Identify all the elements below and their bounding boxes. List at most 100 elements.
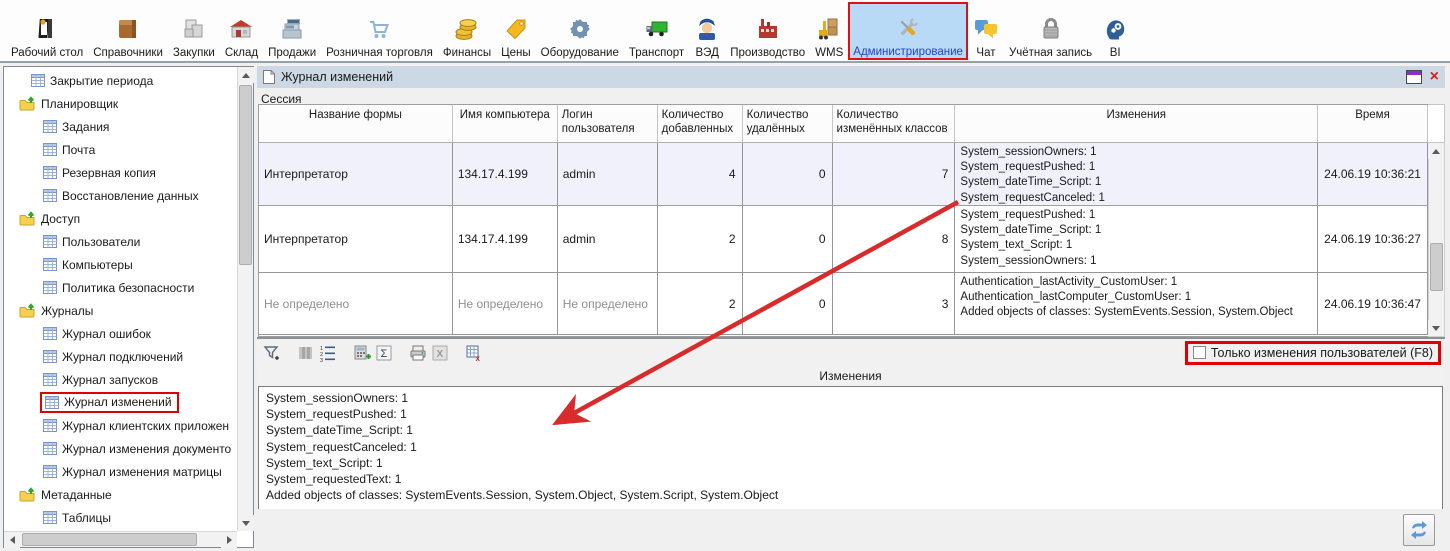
user-changes-only-checkbox[interactable]	[1193, 346, 1206, 359]
table-row[interactable]: Не определено Не определено Не определен…	[259, 273, 1428, 335]
filter-plus-icon[interactable]	[261, 343, 283, 363]
sidebar-item-data-restore[interactable]: Восстановление данных	[5, 184, 236, 207]
numbered-list-icon[interactable]: 123	[317, 343, 339, 363]
refresh-button[interactable]	[1403, 514, 1435, 546]
sidebar-item-metadata[interactable]: Метаданные	[5, 483, 236, 506]
scroll-right-button[interactable]	[221, 532, 237, 548]
tab-retail[interactable]: Розничная торговля	[321, 2, 438, 60]
table-vertical-scrollbar[interactable]	[1428, 104, 1445, 337]
tab-sales[interactable]: Продажи	[263, 2, 321, 60]
column-header[interactable]: Количество изменённых классов	[833, 105, 956, 142]
sidebar-item-computers[interactable]: Компьютеры	[5, 253, 236, 276]
tab-customs[interactable]: ВЭД	[689, 2, 725, 60]
tab-label: Склад	[225, 47, 258, 59]
calculator-add-icon[interactable]	[351, 343, 373, 363]
table-icon	[43, 281, 57, 294]
tab-bi[interactable]: BI	[1097, 2, 1133, 60]
details-text[interactable]: System_sessionOwners: 1 System_requestPu…	[258, 386, 1443, 510]
chat-icon	[973, 12, 999, 46]
tab-label: Розничная торговля	[326, 47, 433, 59]
cash-register-icon	[279, 12, 305, 46]
changes-details-panel: Изменения System_sessionOwners: 1 System…	[258, 366, 1443, 510]
tab-equipment[interactable]: Оборудование	[536, 2, 624, 60]
printer-icon[interactable]	[407, 343, 429, 363]
column-header[interactable]: Время	[1318, 105, 1428, 142]
tab-wms[interactable]: WMS	[810, 2, 848, 60]
excel-export-icon[interactable]: X	[429, 343, 451, 363]
tab-finance[interactable]: Финансы	[438, 2, 496, 60]
table-row[interactable]: Интерпретатор 134.17.4.199 admin 4 0 7 S…	[259, 143, 1428, 206]
tab-transport[interactable]: Транспорт	[624, 2, 689, 60]
scroll-down-button[interactable]	[1428, 320, 1444, 336]
column-header[interactable]: Количество добавленных	[658, 105, 743, 142]
tab-warehouse[interactable]: Склад	[220, 2, 263, 60]
sidebar-item-tables[interactable]: Таблицы	[5, 506, 236, 529]
sidebar-item-access[interactable]: Доступ	[5, 207, 236, 230]
sidebar-item-security-policy[interactable]: Политика безопасности	[5, 276, 236, 299]
sidebar-horizontal-scrollbar[interactable]	[4, 531, 237, 547]
tab-label: Администрирование	[853, 46, 963, 58]
panel-title: Журнал изменений	[281, 70, 393, 84]
column-header[interactable]: Имя компьютера	[453, 105, 558, 142]
tab-prices[interactable]: Цены	[496, 2, 536, 60]
warehouse-icon	[228, 12, 254, 46]
table-icon	[43, 465, 57, 478]
scrollbar-thumb[interactable]	[22, 533, 197, 546]
sidebar-item-closing-period[interactable]: Закрытие периода	[5, 69, 236, 92]
tab-references[interactable]: Справочники	[88, 2, 168, 60]
folder-icon	[19, 211, 36, 226]
gear-icon	[567, 12, 593, 46]
column-header[interactable]: Изменения	[955, 105, 1318, 142]
column-header[interactable]: Количество удалённых	[743, 105, 833, 142]
tab-label: BI	[1110, 47, 1121, 59]
tab-production[interactable]: Производство	[725, 2, 810, 60]
tab-label: Закупки	[173, 47, 215, 59]
scrollbar-thumb[interactable]	[1430, 243, 1443, 291]
sidebar-item-launch-log[interactable]: Журнал запусков	[5, 368, 236, 391]
tab-administration[interactable]: Администрирование	[848, 2, 968, 60]
sidebar-item-journals[interactable]: Журналы	[5, 299, 236, 322]
sigma-icon[interactable]: Σ	[373, 343, 395, 363]
table-row[interactable]: Интерпретатор 134.17.4.199 admin 2 0 8 S…	[259, 206, 1428, 273]
column-header[interactable]: Название формы	[259, 105, 453, 142]
scroll-down-button[interactable]	[238, 515, 254, 531]
checkbox-label[interactable]: Только изменения пользователей (F8)	[1211, 346, 1433, 360]
sidebar-item-change-log[interactable]: Журнал изменений	[5, 391, 236, 414]
sidebar-item-scheduler[interactable]: Планировщик	[5, 92, 236, 115]
columns-icon[interactable]	[295, 343, 317, 363]
grid-delete-icon[interactable]: x	[463, 343, 485, 363]
scroll-up-button[interactable]	[238, 67, 254, 83]
desktop-icon	[34, 12, 60, 46]
sidebar-item-error-log[interactable]: Журнал ошибок	[5, 322, 236, 345]
tab-chat[interactable]: Чат	[968, 2, 1004, 60]
sidebar-item-tasks[interactable]: Задания	[5, 115, 236, 138]
sidebar-item-matrix-change-log[interactable]: Журнал изменения матрицы	[5, 460, 236, 483]
document-icon	[263, 70, 275, 84]
sidebar-item-document-change-log[interactable]: Журнал изменения документо	[5, 437, 236, 460]
column-header[interactable]: Логин пользователя	[558, 105, 658, 142]
tab-desktop[interactable]: Рабочий стол	[6, 2, 88, 60]
restore-window-icon[interactable]	[1406, 70, 1422, 84]
panel-titlebar: Журнал изменений ×	[257, 66, 1445, 88]
details-header: Изменения	[258, 366, 1443, 386]
tab-purchases[interactable]: Закупки	[168, 2, 220, 60]
sidebar-item-mail[interactable]: Почта	[5, 138, 236, 161]
folder-icon	[19, 303, 36, 318]
tab-label: Чат	[976, 47, 995, 59]
sidebar-item-client-apps-log[interactable]: Журнал клиентских приложен	[5, 414, 236, 437]
sidebar-item-backup[interactable]: Резервная копия	[5, 161, 236, 184]
tab-account[interactable]: Учётная запись	[1004, 2, 1097, 60]
scroll-up-button[interactable]	[1428, 143, 1444, 159]
tab-label: Учётная запись	[1009, 47, 1092, 59]
scroll-left-button[interactable]	[4, 532, 20, 548]
scrollbar-thumb[interactable]	[239, 85, 252, 265]
sidebar-item-connection-log[interactable]: Журнал подключений	[5, 345, 236, 368]
svg-text:3: 3	[320, 358, 323, 362]
tab-label: Цены	[501, 47, 531, 59]
tab-label: Оборудование	[541, 47, 619, 59]
navigation-tree: Закрытие периода Планировщик Задания Поч…	[5, 69, 236, 530]
sidebar-item-users[interactable]: Пользователи	[5, 230, 236, 253]
cart-icon	[366, 12, 392, 46]
sidebar-vertical-scrollbar[interactable]	[237, 67, 253, 531]
close-icon[interactable]: ×	[1430, 70, 1439, 84]
